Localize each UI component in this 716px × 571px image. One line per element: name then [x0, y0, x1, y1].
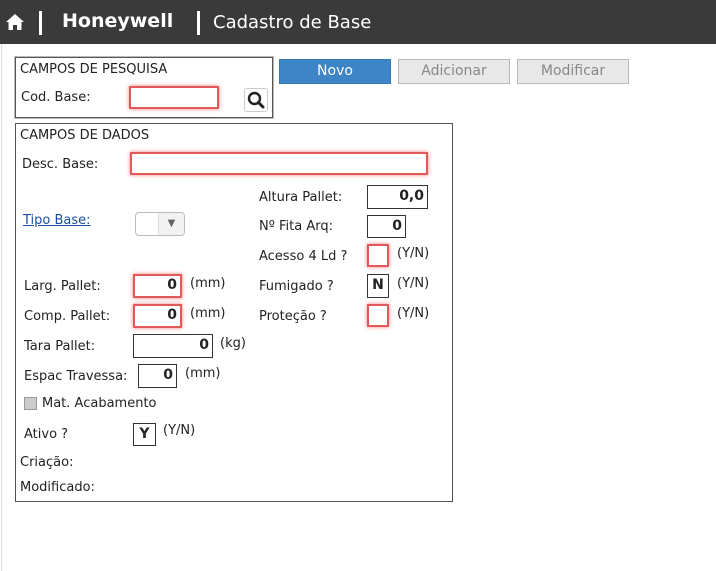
protecao-input[interactable]	[367, 304, 389, 327]
data-section-title: CAMPOS DE DADOS	[20, 128, 150, 143]
espac-travessa-unit: (mm)	[185, 366, 221, 381]
novo-button[interactable]: Novo	[279, 59, 391, 84]
tipo-base-link[interactable]: Tipo Base:	[23, 213, 91, 228]
cod-base-label: Cod. Base:	[21, 90, 91, 105]
search-button[interactable]	[244, 88, 268, 112]
ativo-label: Ativo ?	[24, 427, 69, 442]
brand-logo: Honeywell	[62, 10, 174, 32]
modificado-label: Modificado:	[20, 480, 95, 495]
search-section-title: CAMPOS DE PESQUISA	[20, 62, 168, 77]
acesso-unit: (Y/N)	[397, 246, 430, 261]
adicionar-button[interactable]: Adicionar	[398, 59, 510, 84]
altura-pallet-label: Altura Pallet:	[259, 190, 343, 205]
acesso-input[interactable]	[367, 244, 389, 267]
larg-pallet-label: Larg. Pallet:	[24, 279, 101, 294]
larg-pallet-input[interactable]: 0	[133, 274, 182, 298]
app-header: Honeywell Cadastro de Base	[0, 0, 716, 44]
comp-pallet-label: Comp. Pallet:	[24, 309, 111, 324]
modificar-button[interactable]: Modificar	[517, 59, 629, 84]
protecao-unit: (Y/N)	[397, 306, 430, 321]
mat-acabamento-checkbox[interactable]	[24, 397, 37, 410]
criacao-label: Criação:	[20, 455, 74, 470]
espac-travessa-input[interactable]: 0	[138, 364, 177, 388]
cod-base-input[interactable]	[129, 86, 219, 109]
ativo-unit: (Y/N)	[163, 423, 196, 438]
desc-base-label: Desc. Base:	[22, 157, 99, 172]
home-icon[interactable]	[5, 12, 25, 32]
ativo-input[interactable]: Y	[133, 423, 156, 446]
fumigado-input[interactable]: N	[367, 274, 389, 298]
protecao-label: Proteção ?	[259, 309, 327, 324]
page-border	[1, 44, 2, 571]
fumigado-label: Fumigado ?	[259, 279, 334, 294]
comp-pallet-input[interactable]: 0	[133, 304, 182, 328]
fita-arq-label: Nº Fita Arq:	[259, 219, 333, 234]
chevron-down-icon: ▼	[158, 213, 184, 235]
desc-base-input[interactable]	[130, 152, 428, 175]
acesso-label: Acesso 4 Ld ?	[259, 249, 348, 264]
comp-pallet-unit: (mm)	[190, 306, 226, 321]
espac-travessa-label: Espac Travessa:	[24, 369, 128, 384]
altura-pallet-input[interactable]: 0,0	[367, 185, 428, 209]
tara-pallet-input[interactable]: 0	[133, 334, 213, 358]
search-icon	[247, 91, 265, 109]
fita-arq-input[interactable]: 0	[367, 215, 406, 238]
fumigado-unit: (Y/N)	[397, 276, 430, 291]
larg-pallet-unit: (mm)	[190, 276, 226, 291]
tipo-base-select[interactable]: ▼	[135, 212, 185, 236]
tara-pallet-unit: (kg)	[220, 336, 246, 351]
mat-acabamento-label: Mat. Acabamento	[42, 396, 157, 411]
header-divider	[197, 11, 200, 35]
header-divider	[39, 11, 42, 35]
page-title: Cadastro de Base	[213, 12, 372, 33]
tara-pallet-label: Tara Pallet:	[24, 339, 96, 354]
